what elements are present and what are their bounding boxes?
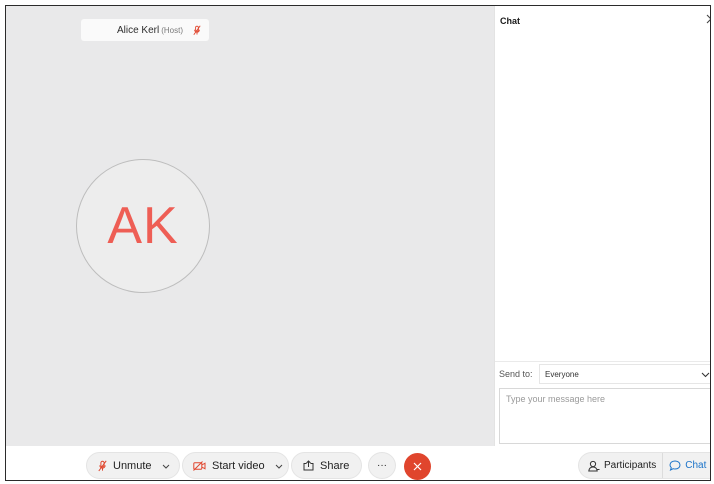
chat-panel: Chat Send to: Everyone Type your message… — [495, 6, 710, 446]
more-icon: ··· — [377, 460, 387, 471]
video-stage: Alice Kerl (Host) AK — [6, 6, 494, 446]
panel-buttons: Participants Chat — [578, 452, 710, 479]
chat-toggle-label: Chat — [685, 460, 707, 471]
chevron-down-icon[interactable] — [162, 461, 170, 471]
chat-panel-title: Chat — [500, 16, 520, 26]
more-options-button[interactable]: ··· — [368, 452, 396, 479]
chevron-right-icon[interactable] — [706, 14, 710, 27]
meeting-toolbar: Unmute Start video Share ··· Participant… — [6, 446, 710, 480]
message-input[interactable]: Type your message here — [499, 388, 710, 444]
send-to-select[interactable]: Everyone — [539, 364, 710, 384]
participants-label: Participants — [604, 460, 657, 471]
send-to-value: Everyone — [545, 369, 579, 379]
chevron-down-icon — [701, 370, 710, 380]
send-to-row: Send to: Everyone — [495, 361, 710, 387]
share-label: Share — [320, 459, 350, 472]
meeting-window: Alice Kerl (Host) AK Chat Send to: Every… — [5, 5, 711, 481]
participants-button[interactable]: Participants — [579, 453, 664, 478]
unmute-button[interactable]: Unmute — [86, 452, 180, 479]
participant-avatar: AK — [76, 159, 210, 293]
chevron-down-icon[interactable] — [275, 461, 283, 471]
participant-name: Alice Kerl — [116, 24, 160, 36]
close-icon — [413, 460, 422, 474]
message-placeholder: Type your message here — [506, 394, 606, 404]
participant-name-tag: Alice Kerl (Host) — [81, 19, 209, 41]
share-icon — [303, 460, 314, 471]
send-to-label: Send to: — [499, 369, 533, 379]
mic-off-icon — [193, 25, 201, 36]
start-video-button[interactable]: Start video — [182, 452, 289, 479]
start-video-label: Start video — [212, 459, 265, 472]
end-meeting-button[interactable] — [404, 453, 431, 480]
mic-off-icon — [98, 460, 107, 472]
video-off-icon — [193, 460, 206, 471]
chat-bubble-icon — [669, 460, 681, 471]
share-button[interactable]: Share — [291, 452, 362, 479]
chat-toggle-button[interactable]: Chat — [663, 453, 706, 478]
unmute-label: Unmute — [113, 459, 152, 472]
participant-role: (Host) — [161, 25, 183, 35]
avatar-initials: AK — [107, 197, 179, 255]
participants-icon — [588, 460, 600, 472]
